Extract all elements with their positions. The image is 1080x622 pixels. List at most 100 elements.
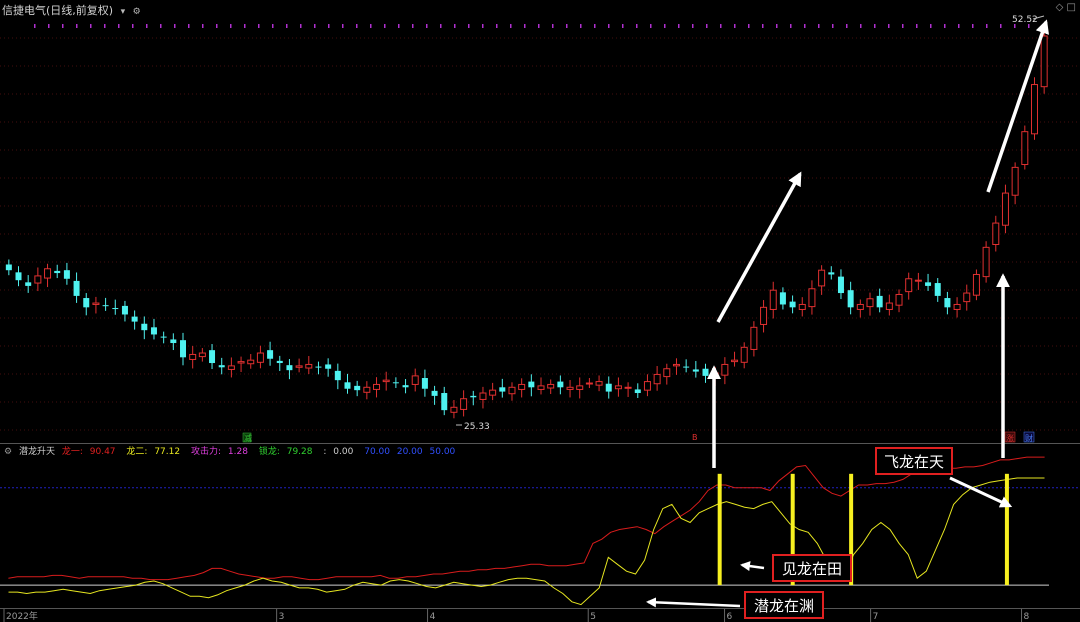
top-dot (132, 24, 134, 28)
legend-item-lock: 锁龙: 79.28 (258, 447, 313, 457)
candle-body-up (256, 352, 264, 363)
top-dot (286, 24, 288, 28)
top-dot (958, 24, 960, 28)
top-dot (34, 24, 36, 28)
candle-body-down (160, 336, 167, 338)
candle-body-down (876, 295, 883, 308)
indicator-gear-icon[interactable]: ⚙ (4, 447, 12, 457)
candle-body-up (537, 385, 545, 390)
candle-body-up (963, 292, 971, 303)
candle-body-down (431, 390, 438, 396)
candle-body-up (92, 302, 100, 305)
candle-body-up (373, 383, 381, 390)
candle-body-up (866, 298, 874, 308)
x-axis-label: 2022年 (6, 610, 38, 622)
top-dot (468, 24, 470, 28)
top-dot (454, 24, 456, 28)
candle-body-down (402, 385, 409, 388)
top-dot (874, 24, 876, 28)
candle-body-down (392, 382, 399, 384)
candle-body-up (818, 269, 826, 287)
candle-body-down (441, 393, 448, 411)
candle-body-up (595, 381, 603, 386)
top-dot (300, 24, 302, 28)
top-dot (104, 24, 106, 28)
candle-body-up (972, 273, 980, 296)
annotation-layer: 飞龙在天 见龙在田 潜龙在渊 (744, 447, 953, 619)
candle-body-up (992, 222, 1000, 245)
candle-body-up (982, 246, 990, 278)
candle-body-down (73, 280, 80, 296)
candle-body-down (209, 350, 216, 364)
candle-body-up (624, 386, 632, 389)
candle-body-up (479, 392, 487, 400)
candle-body-down (528, 381, 535, 388)
top-dot (860, 24, 862, 28)
legend-item-long1: 龙一: 90.47 (61, 447, 116, 457)
candle-body-up (1011, 166, 1019, 196)
top-dot (510, 24, 512, 28)
top-dot (272, 24, 274, 28)
candle-body-down (470, 395, 477, 398)
top-dot (580, 24, 582, 28)
indicator-name: 潜龙升天 (18, 447, 55, 457)
candle-body-down (925, 282, 932, 286)
candle-body-down (828, 272, 835, 275)
candle-body-up (411, 375, 419, 385)
candle-body-up (769, 289, 777, 310)
top-dot (412, 24, 414, 28)
top-dot (930, 24, 932, 28)
candle-body-up (44, 268, 52, 279)
indicator-legend: ⚙ 潜龙升天 龙一: 90.47 龙二: 77.12 攻击力: 1.28 锁龙:… (4, 444, 459, 457)
x-axis-label: 5 (590, 612, 596, 622)
candle-body-up (1001, 192, 1009, 226)
candle-body-down (325, 364, 332, 369)
candle-body-up (518, 383, 526, 390)
candle-body-down (557, 381, 564, 388)
top-dot (678, 24, 680, 28)
candle-body-down (499, 387, 506, 392)
top-dot (664, 24, 666, 28)
candle-body-down (180, 340, 187, 358)
candle-body-up (856, 303, 864, 310)
marker-reduce: 减 (244, 433, 252, 443)
candle-body-up (953, 303, 961, 310)
arrow-abyss (646, 597, 741, 608)
candle-body-down (276, 360, 283, 364)
top-dot (944, 24, 946, 28)
top-dot (538, 24, 540, 28)
candle-body-down (15, 272, 22, 281)
top-dot (398, 24, 400, 28)
candle-body-up (189, 353, 197, 360)
top-dot (202, 24, 204, 28)
candle-body-down (702, 368, 709, 376)
candle-body-up (1030, 84, 1038, 135)
marker-finance: 财 (1025, 433, 1033, 443)
top-dot (1000, 24, 1002, 28)
top-dot (230, 24, 232, 28)
candle-body-down (267, 350, 274, 359)
annotation-flying-dragon: 飞龙在天 (884, 453, 944, 471)
marker-limit-up: 涨 (1006, 433, 1014, 443)
candle-body-up (382, 379, 390, 383)
candle-body-down (83, 298, 90, 308)
candle-body-down (605, 383, 612, 392)
top-dot (258, 24, 260, 28)
candle-body-up (547, 383, 555, 389)
top-dot (188, 24, 190, 28)
candle-body-down (421, 378, 428, 389)
top-dot (216, 24, 218, 28)
price-label-layer: 52.52 25.33 (456, 15, 1045, 432)
candle-body-up (885, 302, 893, 310)
top-dot (62, 24, 64, 28)
candle-body-down (779, 292, 786, 305)
arrow-field (740, 561, 765, 572)
candle-body-up (614, 385, 622, 390)
top-dot (594, 24, 596, 28)
candle-body-up (576, 385, 584, 390)
price-high-label: 52.52 (1012, 15, 1038, 25)
candle-body-up (34, 275, 42, 284)
legend-item-ref70: 70.00 (364, 447, 390, 457)
candle-body-down (944, 298, 951, 308)
candle-body-up (643, 381, 651, 391)
